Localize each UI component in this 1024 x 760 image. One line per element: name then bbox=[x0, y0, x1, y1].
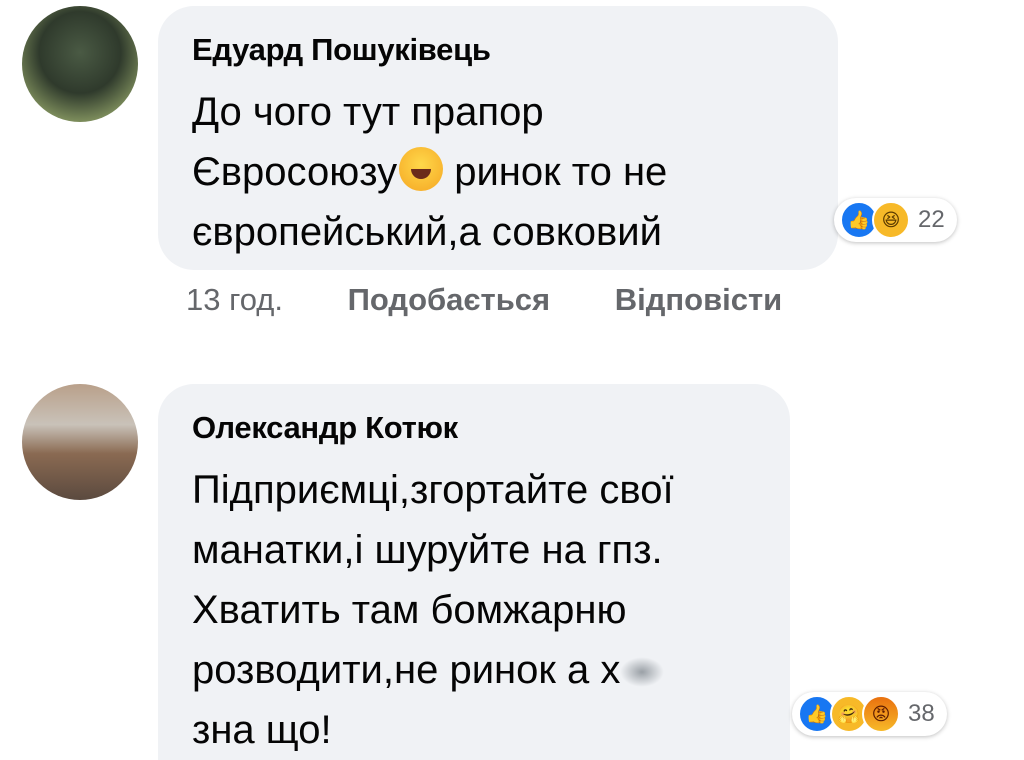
comment-author[interactable]: Едуард Пошуківець bbox=[192, 32, 491, 68]
comment-text-part: зна що! bbox=[192, 708, 332, 752]
comment-author[interactable]: Олександр Котюк bbox=[192, 410, 458, 446]
comment-bubble: Олександр Котюк Підприємці,згортайте сво… bbox=[158, 384, 790, 760]
rofl-emoji-icon bbox=[399, 147, 444, 191]
haha-icon: 😆 bbox=[872, 201, 910, 239]
reaction-count: 22 bbox=[918, 206, 945, 233]
comment-timestamp[interactable]: 13 год. bbox=[186, 282, 283, 317]
censored-blur bbox=[620, 657, 665, 688]
comment-text-part: Підприємці,згортайте свої манатки,і шуру… bbox=[192, 468, 674, 692]
comment-text: Підприємці,згортайте свої манатки,і шуру… bbox=[192, 460, 772, 760]
comment-actions: 13 год. Подобається Відповісти bbox=[186, 282, 838, 318]
reaction-count: 38 bbox=[908, 700, 935, 727]
like-link[interactable]: Подобається bbox=[348, 282, 551, 317]
comment-bubble: Едуард Пошуківець До чого тут прапор Євр… bbox=[158, 6, 838, 270]
reply-link[interactable]: Відповісти bbox=[615, 282, 783, 317]
angry-icon: 😡 bbox=[862, 695, 900, 733]
comment-text: До чого тут прапор Євросоюзу ринок то не… bbox=[192, 82, 812, 262]
avatar[interactable] bbox=[22, 6, 138, 122]
reaction-summary[interactable]: 👍 🤗 😡 38 bbox=[792, 692, 947, 736]
reaction-summary[interactable]: 👍 😆 22 bbox=[834, 198, 957, 242]
avatar[interactable] bbox=[22, 384, 138, 500]
